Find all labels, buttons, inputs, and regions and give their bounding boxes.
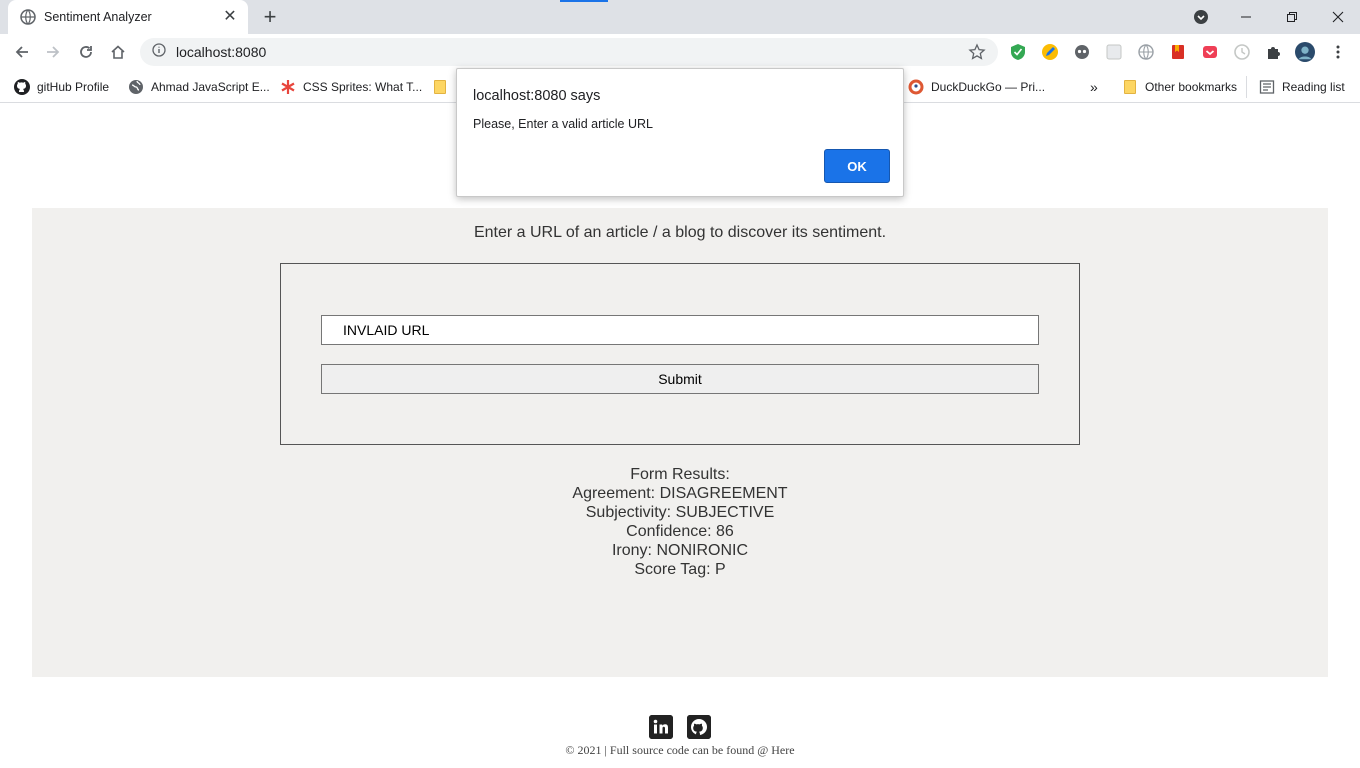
form-results: Form Results: Agreement: DISAGREEMENT Su… (32, 465, 1328, 579)
duckduckgo-icon (908, 79, 924, 95)
address-bar[interactable]: localhost:8080 (140, 38, 998, 66)
linkedin-icon[interactable] (649, 715, 673, 739)
result-subjectivity: Subjectivity: SUBJECTIVE (585, 504, 775, 521)
dialog-message: Please, Enter a valid article URL (473, 117, 653, 131)
ok-button[interactable]: OK (824, 149, 890, 183)
folder-icon (1122, 79, 1138, 95)
close-window-button[interactable] (1316, 0, 1360, 34)
url-input[interactable] (321, 315, 1039, 345)
profile-avatar[interactable] (1295, 42, 1315, 62)
globe-icon (128, 79, 144, 95)
shield-extension-icon[interactable] (1008, 42, 1028, 62)
globe-icon (20, 9, 36, 25)
restore-button[interactable] (1270, 0, 1314, 34)
main-panel: Enter a URL of an article / a blog to di… (32, 208, 1328, 677)
asterisk-icon (280, 79, 296, 95)
bookmarks-overflow-button[interactable]: » (1090, 76, 1098, 98)
home-icon[interactable] (105, 39, 131, 65)
reload-icon[interactable] (73, 39, 99, 65)
instruction-text: Enter a URL of an article / a blog to di… (473, 224, 887, 241)
reading-list-icon (1259, 79, 1275, 95)
bookmark-ahmad-javascript[interactable]: Ahmad JavaScript E... (128, 76, 270, 98)
result-irony: Irony: NONIRONIC (611, 542, 748, 559)
github-icon (14, 79, 30, 95)
other-bookmarks[interactable]: Other bookmarks (1122, 76, 1237, 98)
bookmark-star-icon[interactable] (968, 43, 986, 66)
forward-arrow-icon[interactable] (40, 39, 66, 65)
close-tab-icon[interactable]: ✕ (222, 9, 238, 25)
dialog-title: localhost:8080 says (473, 88, 601, 104)
result-agreement: Agreement: DISAGREEMENT (572, 485, 788, 502)
pocket-extension-icon[interactable] (1200, 42, 1220, 62)
reading-list[interactable]: Reading list (1246, 76, 1345, 98)
back-arrow-icon[interactable] (9, 39, 35, 65)
blank-extension-icon[interactable] (1104, 42, 1124, 62)
menu-dots-icon[interactable] (1328, 42, 1348, 62)
footer: © 2021 | Full source code can be found @… (0, 715, 1360, 758)
social-links (0, 715, 1360, 739)
result-confidence: Confidence: 86 (626, 523, 734, 540)
address-url: localhost:8080 (176, 44, 267, 60)
tab-sentiment-analyzer[interactable]: Sentiment Analyzer ✕ (8, 0, 248, 34)
result-score-tag: Score Tag: P (634, 561, 726, 578)
bookmark-duckduckgo[interactable]: DuckDuckGo — Pri... (908, 76, 1045, 98)
mask-extension-icon[interactable] (1072, 42, 1092, 62)
tab-strip: Sentiment Analyzer ✕ + (0, 0, 1360, 34)
new-tab-button[interactable]: + (258, 6, 282, 30)
tab-title: Sentiment Analyzer (44, 10, 152, 24)
alert-dialog: localhost:8080 says Please, Enter a vali… (456, 68, 904, 197)
pencil-extension-icon[interactable] (1040, 42, 1060, 62)
bookmark-folder[interactable] (432, 76, 455, 98)
bookmark-github-profile[interactable]: gitHub Profile (14, 76, 109, 98)
bookmark-css-sprites[interactable]: CSS Sprites: What T... (280, 76, 422, 98)
web-extension-icon[interactable] (1136, 42, 1156, 62)
tab-search-button[interactable] (1188, 0, 1214, 34)
results-heading: Form Results: (630, 466, 730, 483)
info-icon[interactable] (152, 42, 166, 62)
puzzle-extensions-icon[interactable] (1264, 42, 1284, 62)
minimize-button[interactable] (1224, 0, 1268, 34)
copyright-text: © 2021 | Full source code can be found @… (565, 743, 795, 757)
timer-extension-icon[interactable] (1232, 42, 1252, 62)
bookmark-extension-icon[interactable] (1168, 42, 1188, 62)
folder-icon (432, 79, 448, 95)
github-icon[interactable] (687, 715, 711, 739)
url-form: Submit (280, 263, 1080, 445)
page-content: Enter a URL of an article / a blog to di… (0, 103, 1360, 768)
tab-indicator (560, 0, 608, 2)
submit-button[interactable]: Submit (321, 364, 1039, 394)
